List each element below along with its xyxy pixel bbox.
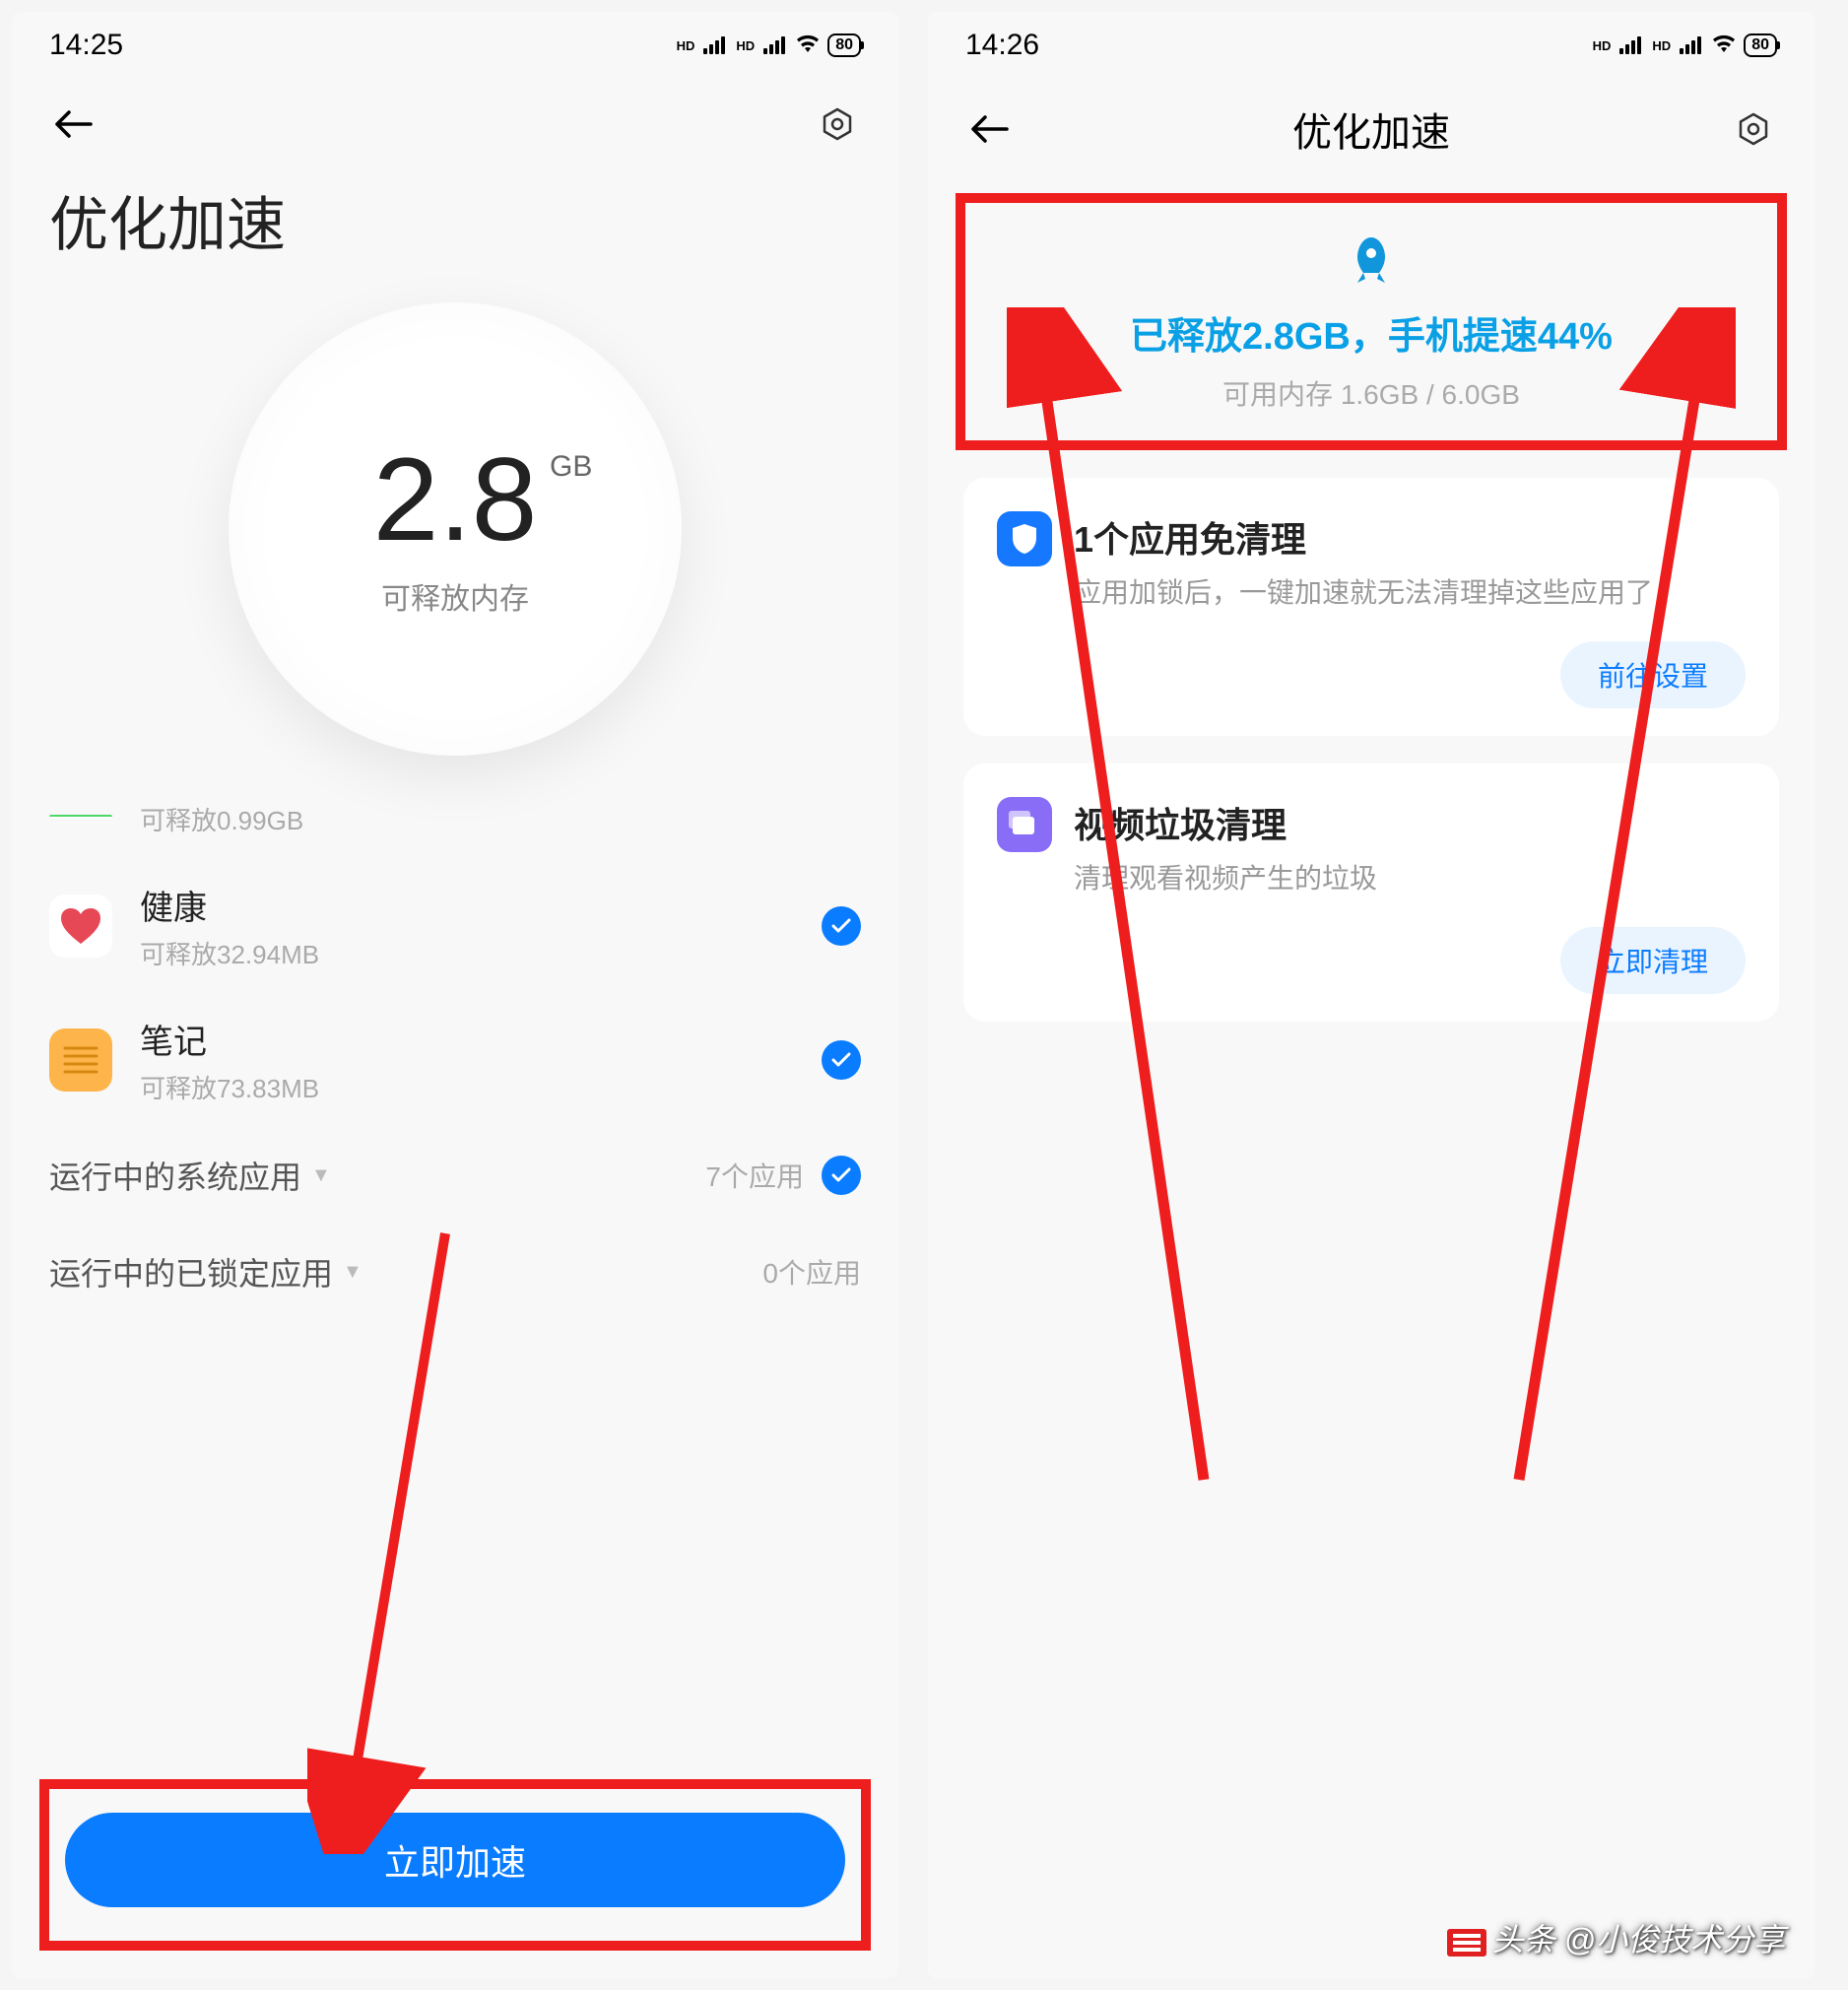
signal-icon — [763, 36, 785, 54]
chevron-down-icon: ▼ — [343, 1261, 363, 1284]
clean-now-button[interactable]: 立即清理 — [1560, 927, 1746, 994]
memory-value: 2.8GB — [373, 440, 538, 559]
status-icons: HD HD 80 — [1593, 33, 1777, 58]
card-title: 视频垃圾清理 — [1074, 797, 1746, 848]
status-bar: 14:25 HD HD 80 — [12, 12, 898, 71]
annotation-box: 已释放2.8GB，手机提速44% 可用内存 1.6GB / 6.0GB — [956, 193, 1787, 450]
page-title: 优化加速 — [12, 177, 898, 283]
screenshot-left: 14:25 HD HD 80 优化加速 2.8GB 可释放内存 可释放0.99G… — [12, 12, 898, 1978]
go-settings-button[interactable]: 前往设置 — [1560, 641, 1746, 708]
settings-button[interactable] — [814, 100, 861, 148]
card-title: 1个应用免清理 — [1074, 511, 1746, 563]
chevron-down-icon: ▼ — [311, 1164, 331, 1187]
accelerate-button[interactable]: 立即加速 — [65, 1813, 845, 1907]
list-item-notes[interactable]: 笔记 可释放73.83MB — [49, 993, 861, 1127]
list-item-partial[interactable]: 可释放0.99GB — [49, 795, 861, 859]
settings-button[interactable] — [1730, 105, 1777, 153]
video-icon — [997, 797, 1052, 852]
back-button[interactable] — [965, 105, 1013, 153]
battery-icon: 80 — [1744, 33, 1777, 57]
annotation-box: 立即加速 — [39, 1779, 871, 1951]
checkbox-icon[interactable] — [822, 1040, 861, 1080]
card-video-cleanup: 视频垃圾清理 清理观看视频产生的垃圾 立即清理 — [963, 763, 1779, 1022]
list-item-title: 健康 — [140, 881, 794, 929]
watermark: 头条 @小俊技术分享 — [1447, 1915, 1785, 1960]
wifi-icon — [796, 33, 820, 58]
list-item-sub: 可释放32.94MB — [140, 935, 794, 971]
back-button[interactable] — [49, 100, 97, 148]
health-icon — [49, 895, 112, 958]
header — [12, 71, 898, 177]
section-locked-apps[interactable]: 运行中的已锁定应用▼ 0个应用 — [49, 1224, 861, 1320]
section-system-apps[interactable]: 运行中的系统应用▼ 7个应用 — [49, 1127, 861, 1224]
memory-gauge: 2.8GB 可释放内存 — [12, 283, 898, 765]
memory-subtitle: 可释放内存 — [381, 574, 529, 618]
screenshot-right: 14:26 HD HD 80 优化加速 已释放2.8GB，手机提速44% 可用内… — [928, 12, 1815, 1978]
result-main: 已释放2.8GB，手机提速44% — [975, 305, 1767, 360]
toutiao-icon — [1447, 1929, 1486, 1957]
list-item-sub: 可释放73.83MB — [140, 1069, 794, 1105]
checkbox-icon[interactable] — [822, 906, 861, 946]
card-desc: 清理观看视频产生的垃圾 — [1074, 858, 1746, 899]
notes-icon — [49, 1028, 112, 1092]
battery-icon: 80 — [827, 33, 861, 57]
checkbox-icon[interactable] — [822, 1156, 861, 1195]
page-title: 优化加速 — [1292, 100, 1450, 158]
signal-icon — [703, 36, 725, 54]
card-desc: 应用加锁后，一键加速就无法清理掉这些应用了 — [1074, 572, 1746, 614]
card-locked-apps: 1个应用免清理 应用加锁后，一键加速就无法清理掉这些应用了 前往设置 — [963, 478, 1779, 736]
status-bar: 14:26 HD HD 80 — [928, 12, 1815, 71]
shield-icon — [997, 511, 1052, 566]
rocket-icon — [1342, 231, 1401, 290]
list-item-title: 笔记 — [140, 1015, 794, 1063]
status-time: 14:25 — [49, 29, 123, 62]
app-list: 可释放0.99GB 健康 可释放32.94MB 笔记 可释放73.83MB 运行… — [12, 765, 898, 1320]
result-sub: 可用内存 1.6GB / 6.0GB — [975, 373, 1767, 413]
status-time: 14:26 — [965, 29, 1039, 62]
header: 优化加速 — [928, 71, 1815, 187]
list-item-health[interactable]: 健康 可释放32.94MB — [49, 859, 861, 993]
status-icons: HD HD 80 — [677, 33, 861, 58]
signal-icon — [1680, 36, 1701, 54]
signal-icon — [1619, 36, 1641, 54]
wifi-icon — [1712, 33, 1736, 58]
